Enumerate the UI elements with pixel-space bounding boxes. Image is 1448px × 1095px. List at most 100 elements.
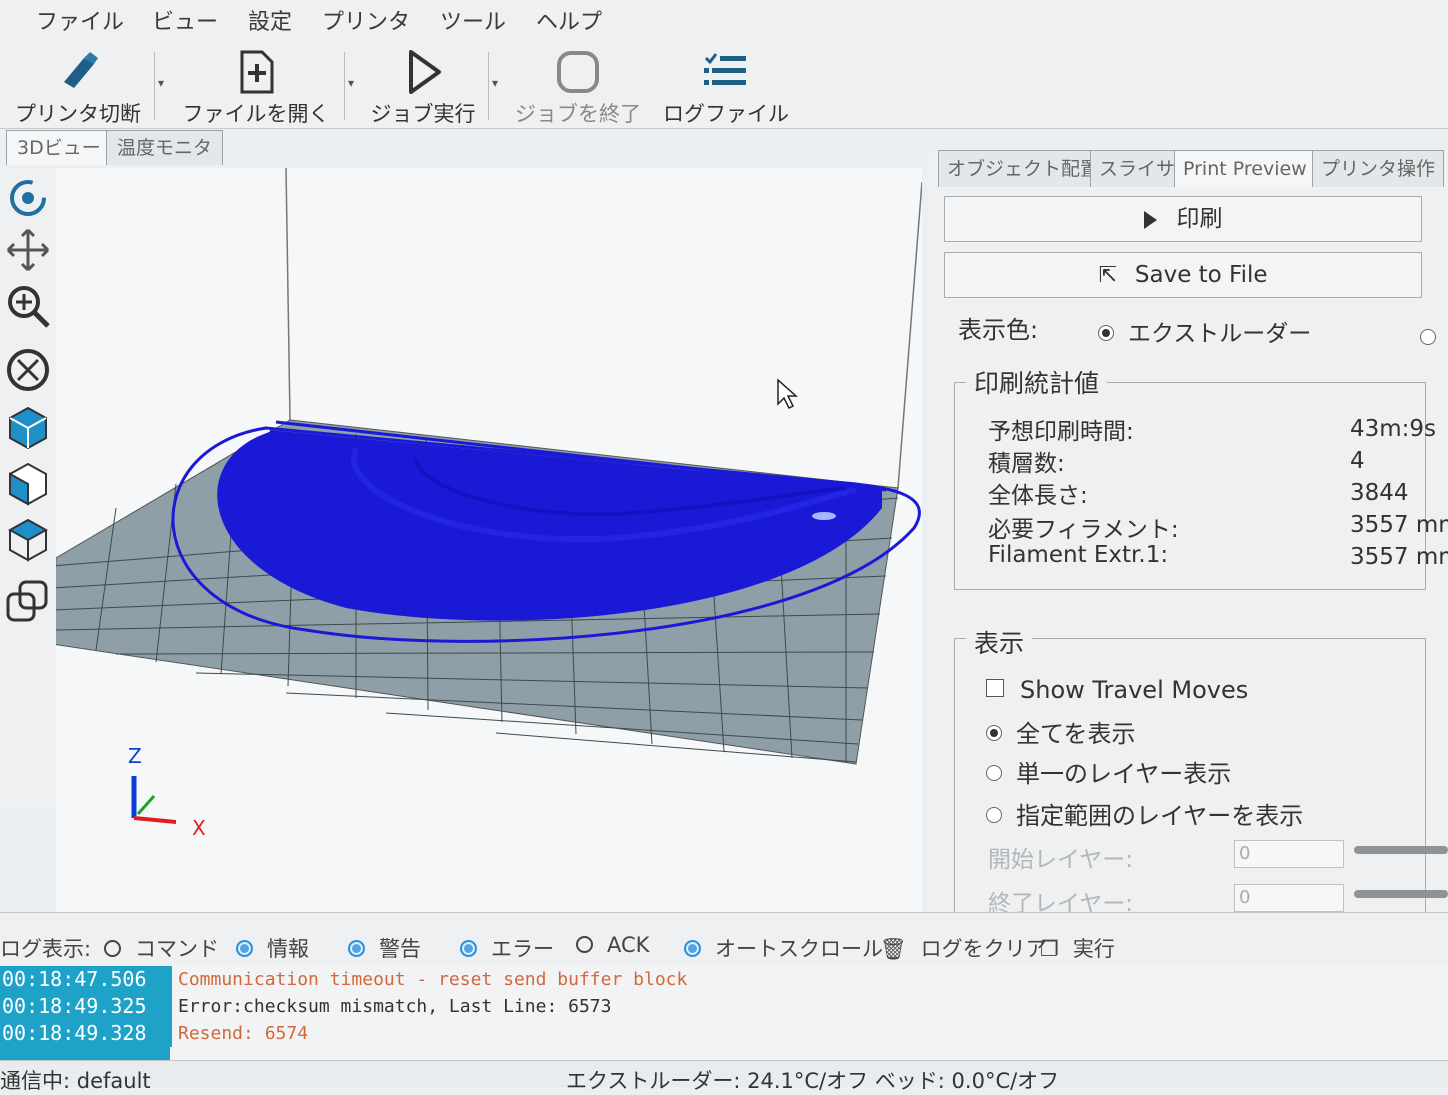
file-plus-icon [240, 50, 274, 94]
radio-icon [986, 765, 1002, 781]
play-icon [1143, 210, 1157, 229]
radio-icon [1098, 324, 1114, 341]
log-file-label: ログファイル [663, 102, 789, 126]
cube-iso-view-icon[interactable] [4, 404, 52, 452]
radio-icon [104, 939, 121, 957]
temperature-status: エクストルーダー: 24.1°C/オフ ベッド: 0.0°C/オフ [566, 1069, 1060, 1093]
disconnect-printer-button[interactable]: プリンタ切断 [8, 44, 148, 128]
range-layers-label: 指定範囲のレイヤーを表示 [1016, 802, 1304, 830]
color-extruder-radio[interactable]: エクストルーダー [1098, 314, 1311, 348]
stat-label: Filament Extr.1: [988, 542, 1169, 568]
start-layer-label: 開始レイヤー: [988, 847, 1134, 873]
move-icon[interactable] [4, 226, 52, 274]
log-filter-label: オートスクロール [715, 937, 883, 961]
checkbox-icon [986, 679, 1004, 697]
log-filter-label: 情報 [267, 937, 309, 961]
show-travel-checkbox[interactable]: Show Travel Moves [986, 676, 1248, 704]
radio-icon [986, 725, 1002, 741]
color-extruder-label: エクストルーダー [1128, 321, 1312, 347]
open-file-button[interactable]: ファイルを開く [176, 44, 336, 128]
stat-value: 3557 mm [1350, 544, 1448, 570]
run-command-button[interactable]: ❐ 実行 [1040, 933, 1115, 963]
fit-view-icon[interactable] [4, 346, 52, 394]
tab-print-preview[interactable]: Print Preview [1174, 150, 1316, 187]
run-command-label: 実行 [1072, 937, 1115, 961]
clear-log-button[interactable]: 🗑 ログをクリア [880, 933, 1047, 963]
save-to-file-button[interactable]: ⇱ Save to File [944, 252, 1422, 298]
radio-icon [236, 939, 253, 957]
zoom-icon[interactable] [4, 282, 52, 330]
status-bar: 通信中: default エクストルーダー: 24.1°C/オフ ベッド: 0.… [0, 1060, 1448, 1093]
x-axis-label: X [192, 816, 206, 840]
open-file-dropdown-arrow[interactable]: ▾ [348, 76, 354, 90]
play-icon [409, 50, 441, 94]
radio-icon [348, 939, 365, 957]
radio-icon [684, 939, 701, 957]
log-timestamp: 00:18:47.506 [0, 966, 172, 993]
open-file-label: ファイルを開く [182, 102, 330, 126]
menu-view[interactable]: ビュー [152, 4, 218, 36]
log-file-button[interactable]: ログファイル [656, 44, 796, 128]
copy-icon: ❐ [1040, 937, 1059, 961]
log-filter-ack[interactable]: ACK [576, 933, 649, 957]
radio-icon [986, 807, 1002, 823]
stat-value: 4 [1350, 448, 1365, 474]
tab-object-placement[interactable]: オブジェクト配置 [938, 150, 1109, 187]
start-layer-spinner[interactable]: 0 [1234, 840, 1344, 868]
menu-printer[interactable]: プリンタ [322, 4, 410, 36]
tab-temperature-monitor[interactable]: 温度モニタ [106, 130, 224, 165]
log-filter-error[interactable]: エラー [460, 933, 554, 963]
rotate-icon[interactable] [4, 174, 52, 222]
radio-icon [576, 935, 593, 953]
log-filter-commands[interactable]: コマンド [104, 933, 219, 963]
disconnect-dropdown-arrow[interactable]: ▾ [158, 76, 164, 90]
end-job-button[interactable]: ジョブを終了 [508, 44, 648, 128]
plug-icon [64, 52, 98, 88]
log-filter-warning[interactable]: 警告 [348, 933, 421, 963]
log-list[interactable]: 00:18:47.506 Communication timeout - res… [0, 966, 1448, 1060]
color-other-radio[interactable] [1420, 328, 1436, 345]
log-autoscroll[interactable]: オートスクロール [684, 933, 883, 963]
tab-printer-control[interactable]: プリンタ操作 [1312, 150, 1445, 187]
trash-icon: 🗑 [880, 937, 907, 961]
3d-viewport[interactable]: Z X [56, 168, 922, 912]
single-layer-radio[interactable]: 単一のレイヤー表示 [986, 754, 1231, 789]
log-filter-info[interactable]: 情報 [236, 933, 309, 963]
end-layer-slider[interactable] [1354, 890, 1448, 898]
run-job-dropdown-arrow[interactable]: ▾ [492, 76, 498, 90]
log-display-label: ログ表示: [0, 937, 92, 961]
show-travel-label: Show Travel Moves [1020, 676, 1249, 704]
start-layer-slider[interactable] [1354, 846, 1448, 854]
print-button[interactable]: 印刷 [944, 196, 1422, 242]
stat-label: 全体長さ: [988, 483, 1088, 509]
save-to-file-label: Save to File [1134, 262, 1268, 288]
menu-help[interactable]: ヘルプ [536, 4, 602, 36]
log-toolbar: ログ表示: コマンド 情報 警告 エラー ACK オートスクロール 🗑 ログをクリ… [0, 912, 1448, 967]
preview-panel: オブジェクト配置 スライサ Print Preview プリンタ操作 印刷 ⇱ S… [930, 150, 1448, 920]
connection-status: 通信中: default [0, 1069, 151, 1093]
cube-front-view-icon[interactable] [4, 460, 52, 508]
log-filter-label: エラー [491, 937, 554, 961]
stat-label: 予想印刷時間: [988, 419, 1134, 445]
log-list-icon [704, 53, 746, 85]
log-filter-label: ACK [607, 933, 650, 957]
range-layers-radio[interactable]: 指定範囲のレイヤーを表示 [986, 796, 1303, 831]
cube-top-view-icon[interactable] [4, 516, 52, 564]
menu-tools[interactable]: ツール [440, 4, 506, 36]
run-job-button[interactable]: ジョブ実行 [362, 44, 484, 128]
menu-settings[interactable]: 設定 [248, 4, 292, 36]
menu-file[interactable]: ファイル [36, 4, 124, 36]
end-job-label: ジョブを終了 [515, 102, 641, 126]
end-layer-spinner[interactable]: 0 [1234, 884, 1344, 912]
log-timestamp: 00:18:49.325 [0, 993, 172, 1020]
log-message: Communication timeout - reset send buffe… [178, 969, 688, 990]
gcode-preview-canvas [56, 168, 922, 824]
show-all-radio[interactable]: 全てを表示 [986, 714, 1136, 749]
log-filter-label: 警告 [379, 937, 421, 961]
log-message: Error:checksum mismatch, Last Line: 6573 [178, 996, 612, 1017]
tab-slicer[interactable]: スライサ [1090, 150, 1185, 187]
tab-3d-view[interactable]: 3Dビュー [6, 130, 112, 165]
log-timestamp: 00:18:49.328 [0, 1020, 172, 1047]
objects-view-icon[interactable] [4, 578, 52, 626]
single-layer-label: 単一のレイヤー表示 [1016, 760, 1232, 788]
